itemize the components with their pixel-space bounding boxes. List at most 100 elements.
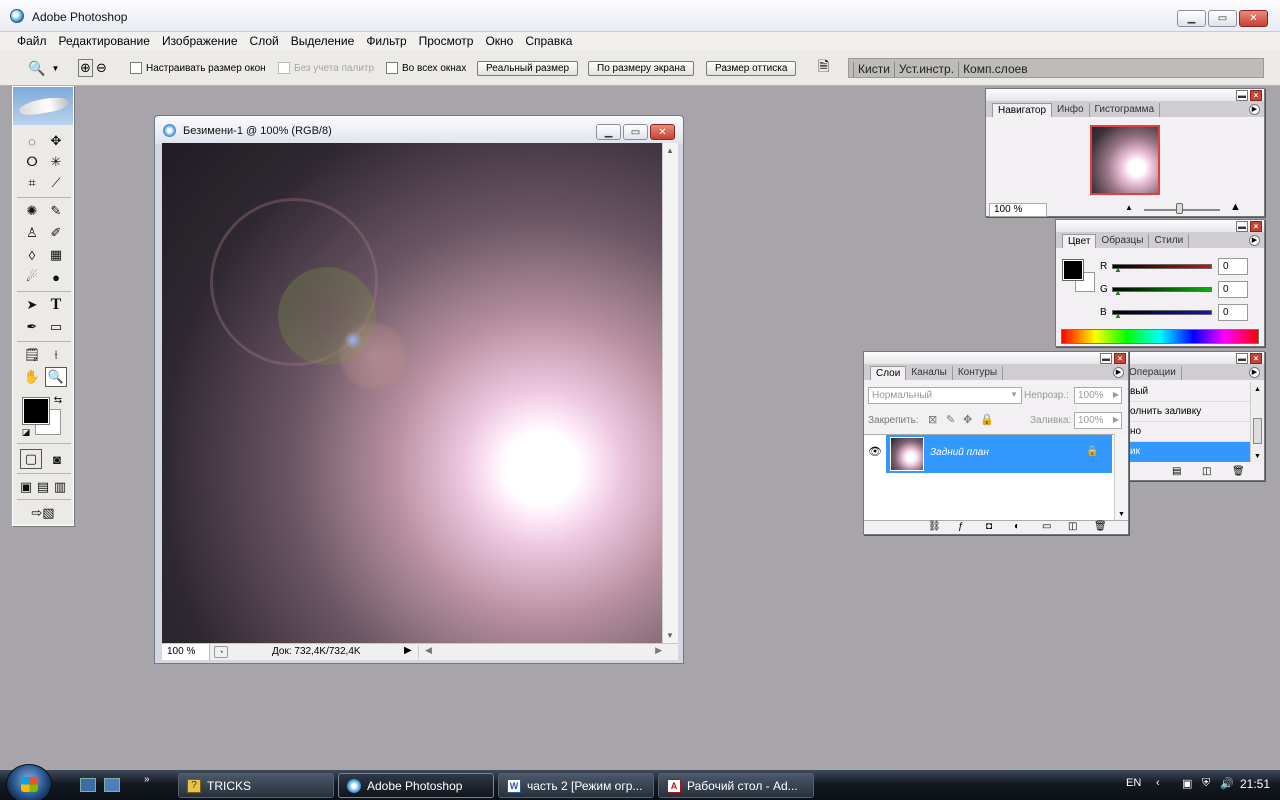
zoom-in-button[interactable]: ⊕: [78, 58, 93, 78]
all-windows-checkbox[interactable]: [386, 62, 398, 74]
move-tool-icon[interactable]: ✥: [45, 131, 67, 151]
crop-tool-icon[interactable]: ⌗: [21, 173, 43, 193]
green-channel-slider[interactable]: [1112, 287, 1212, 292]
history-scroll-thumb[interactable]: [1253, 418, 1262, 444]
palette-minimize-button[interactable]: ▬: [1100, 353, 1112, 364]
tab-styles[interactable]: Стили: [1149, 234, 1190, 248]
actual-pixels-button[interactable]: Реальный размер: [477, 61, 579, 76]
file-browser-button[interactable]: 🗎: [818, 58, 829, 78]
image-canvas[interactable]: [162, 143, 662, 643]
link-layers-icon[interactable]: ⛓: [928, 521, 941, 532]
history-brush-tool-icon[interactable]: ✐: [45, 223, 67, 243]
layer-style-icon[interactable]: ƒ: [958, 521, 964, 532]
slice-tool-icon[interactable]: ⟋: [45, 173, 67, 193]
hand-tool-icon[interactable]: ✋: [21, 367, 43, 387]
palette-close-button[interactable]: ×: [1114, 353, 1126, 364]
volume-icon[interactable]: 🔊: [1220, 777, 1234, 790]
shape-tool-icon[interactable]: ▭: [45, 317, 67, 337]
document-minimize-button[interactable]: ▁: [596, 124, 621, 140]
palette-menu-arrow-icon[interactable]: ▶: [1249, 104, 1260, 115]
scroll-down-arrow-icon[interactable]: ▼: [1254, 453, 1261, 460]
tab-navigator[interactable]: Навигатор: [992, 103, 1053, 117]
trash-icon[interactable]: 🗑: [1232, 466, 1245, 477]
red-slider-thumb-icon[interactable]: ▲: [1114, 265, 1122, 274]
vertical-scrollbar[interactable]: ▲ ▼: [662, 143, 678, 643]
tray-expand-icon[interactable]: ‹: [1156, 777, 1160, 789]
opacity-slider-arrow-icon[interactable]: ▶: [1113, 390, 1119, 399]
blur-tool-icon[interactable]: ☄: [21, 267, 43, 287]
close-button[interactable]: ✕: [1239, 10, 1268, 27]
clone-stamp-tool-icon[interactable]: ♙: [21, 223, 43, 243]
menu-file[interactable]: Файл: [11, 32, 53, 50]
tool-preset-picker[interactable]: 🔍 ▼: [28, 58, 59, 78]
lock-image-icon[interactable]: ✎: [946, 413, 955, 426]
tab-info[interactable]: Инфо: [1052, 103, 1090, 117]
blue-channel-value[interactable]: 0: [1218, 304, 1248, 321]
scroll-left-arrow-icon[interactable]: ◀: [425, 645, 432, 656]
palette-title-bar[interactable]: ▬ ×: [1106, 352, 1264, 364]
red-channel-slider[interactable]: [1112, 264, 1212, 269]
document-zoom-field[interactable]: 100 %: [162, 644, 210, 660]
zoom-out-button[interactable]: ⊖: [96, 58, 107, 78]
palette-title-bar[interactable]: ▬ ×: [1056, 220, 1264, 232]
notes-tool-icon[interactable]: 🗒: [21, 345, 43, 365]
zoom-in-small-icon[interactable]: ▲: [1230, 201, 1241, 213]
brush-tool-icon[interactable]: ✎: [45, 201, 67, 221]
lock-all-icon[interactable]: 🔒: [980, 413, 994, 426]
history-scrollbar[interactable]: ▲ ▼: [1250, 382, 1264, 462]
green-slider-thumb-icon[interactable]: ▲: [1114, 288, 1122, 297]
new-snapshot-icon[interactable]: ▤: [1172, 466, 1181, 477]
task-tricks[interactable]: ? TRICKS: [178, 773, 334, 798]
new-group-icon[interactable]: ▭: [1042, 521, 1051, 532]
scroll-right-arrow-icon[interactable]: ▶: [655, 645, 662, 656]
lasso-tool-icon[interactable]: ⵔ: [21, 152, 43, 172]
minimize-button[interactable]: ▁: [1177, 10, 1206, 27]
tab-layers[interactable]: Слои: [870, 366, 907, 380]
navigator-slider-thumb[interactable]: [1175, 203, 1183, 214]
palette-minimize-button[interactable]: ▬: [1236, 90, 1248, 101]
gradient-tool-icon[interactable]: ▦: [45, 245, 67, 265]
palette-close-button[interactable]: ×: [1250, 221, 1262, 232]
lock-position-icon[interactable]: ✥: [963, 413, 972, 426]
menu-layer[interactable]: Слой: [244, 32, 285, 50]
blue-channel-slider[interactable]: [1112, 310, 1212, 315]
tab-channels[interactable]: Каналы: [906, 366, 953, 380]
status-menu-arrow-icon[interactable]: ▶: [404, 645, 412, 656]
opacity-field[interactable]: 100% ▶: [1074, 387, 1122, 404]
menu-window[interactable]: Окно: [479, 32, 519, 50]
swap-colors-icon[interactable]: ⇆: [51, 393, 65, 407]
pen-tool-icon[interactable]: ✒: [21, 317, 43, 337]
tab-color[interactable]: Цвет: [1062, 234, 1097, 248]
horizontal-scrollbar[interactable]: ◀ ▶: [418, 645, 668, 659]
new-layer-icon[interactable]: ◫: [1068, 521, 1077, 532]
fill-field[interactable]: 100% ▶: [1074, 412, 1122, 429]
fill-slider-arrow-icon[interactable]: ▶: [1113, 415, 1119, 424]
palette-menu-arrow-icon[interactable]: ▶: [1249, 235, 1260, 246]
scroll-up-arrow-icon[interactable]: ▲: [1254, 386, 1261, 393]
scroll-up-arrow-icon[interactable]: ▲: [666, 146, 674, 155]
layer-mask-icon[interactable]: ◘: [986, 521, 992, 532]
well-tab-brushes[interactable]: Кисти: [853, 62, 894, 77]
layer-name[interactable]: Задний план: [930, 447, 989, 458]
layers-scrollbar[interactable]: ▼: [1114, 434, 1128, 520]
print-size-button[interactable]: Размер оттиска: [706, 61, 797, 76]
palette-close-button[interactable]: ×: [1250, 353, 1262, 364]
standard-mode-icon[interactable]: ▢: [20, 449, 42, 469]
full-screen-menu-mode-icon[interactable]: ▤: [35, 477, 51, 497]
palette-close-button[interactable]: ×: [1250, 90, 1262, 101]
navigator-thumbnail[interactable]: [1090, 125, 1160, 195]
eyedropper-tool-icon[interactable]: ⟊: [45, 345, 67, 365]
palette-menu-arrow-icon[interactable]: ▶: [1249, 367, 1260, 378]
palette-minimize-button[interactable]: ▬: [1236, 353, 1248, 364]
full-screen-mode-icon[interactable]: ▥: [52, 477, 68, 497]
new-document-icon[interactable]: ◫: [1202, 466, 1211, 477]
color-fg-swatch[interactable]: [1062, 259, 1084, 281]
blue-slider-thumb-icon[interactable]: ▲: [1114, 311, 1122, 320]
status-info-icon[interactable]: ◔: [214, 646, 228, 658]
adjustment-layer-icon[interactable]: ◐: [1014, 521, 1020, 532]
red-channel-value[interactable]: 0: [1218, 258, 1248, 275]
healing-brush-tool-icon[interactable]: ✺: [21, 201, 43, 221]
dodge-tool-icon[interactable]: ●: [45, 267, 67, 287]
blend-mode-select[interactable]: Нормальный ▼: [868, 387, 1022, 404]
path-selection-tool-icon[interactable]: ➤: [21, 295, 43, 315]
